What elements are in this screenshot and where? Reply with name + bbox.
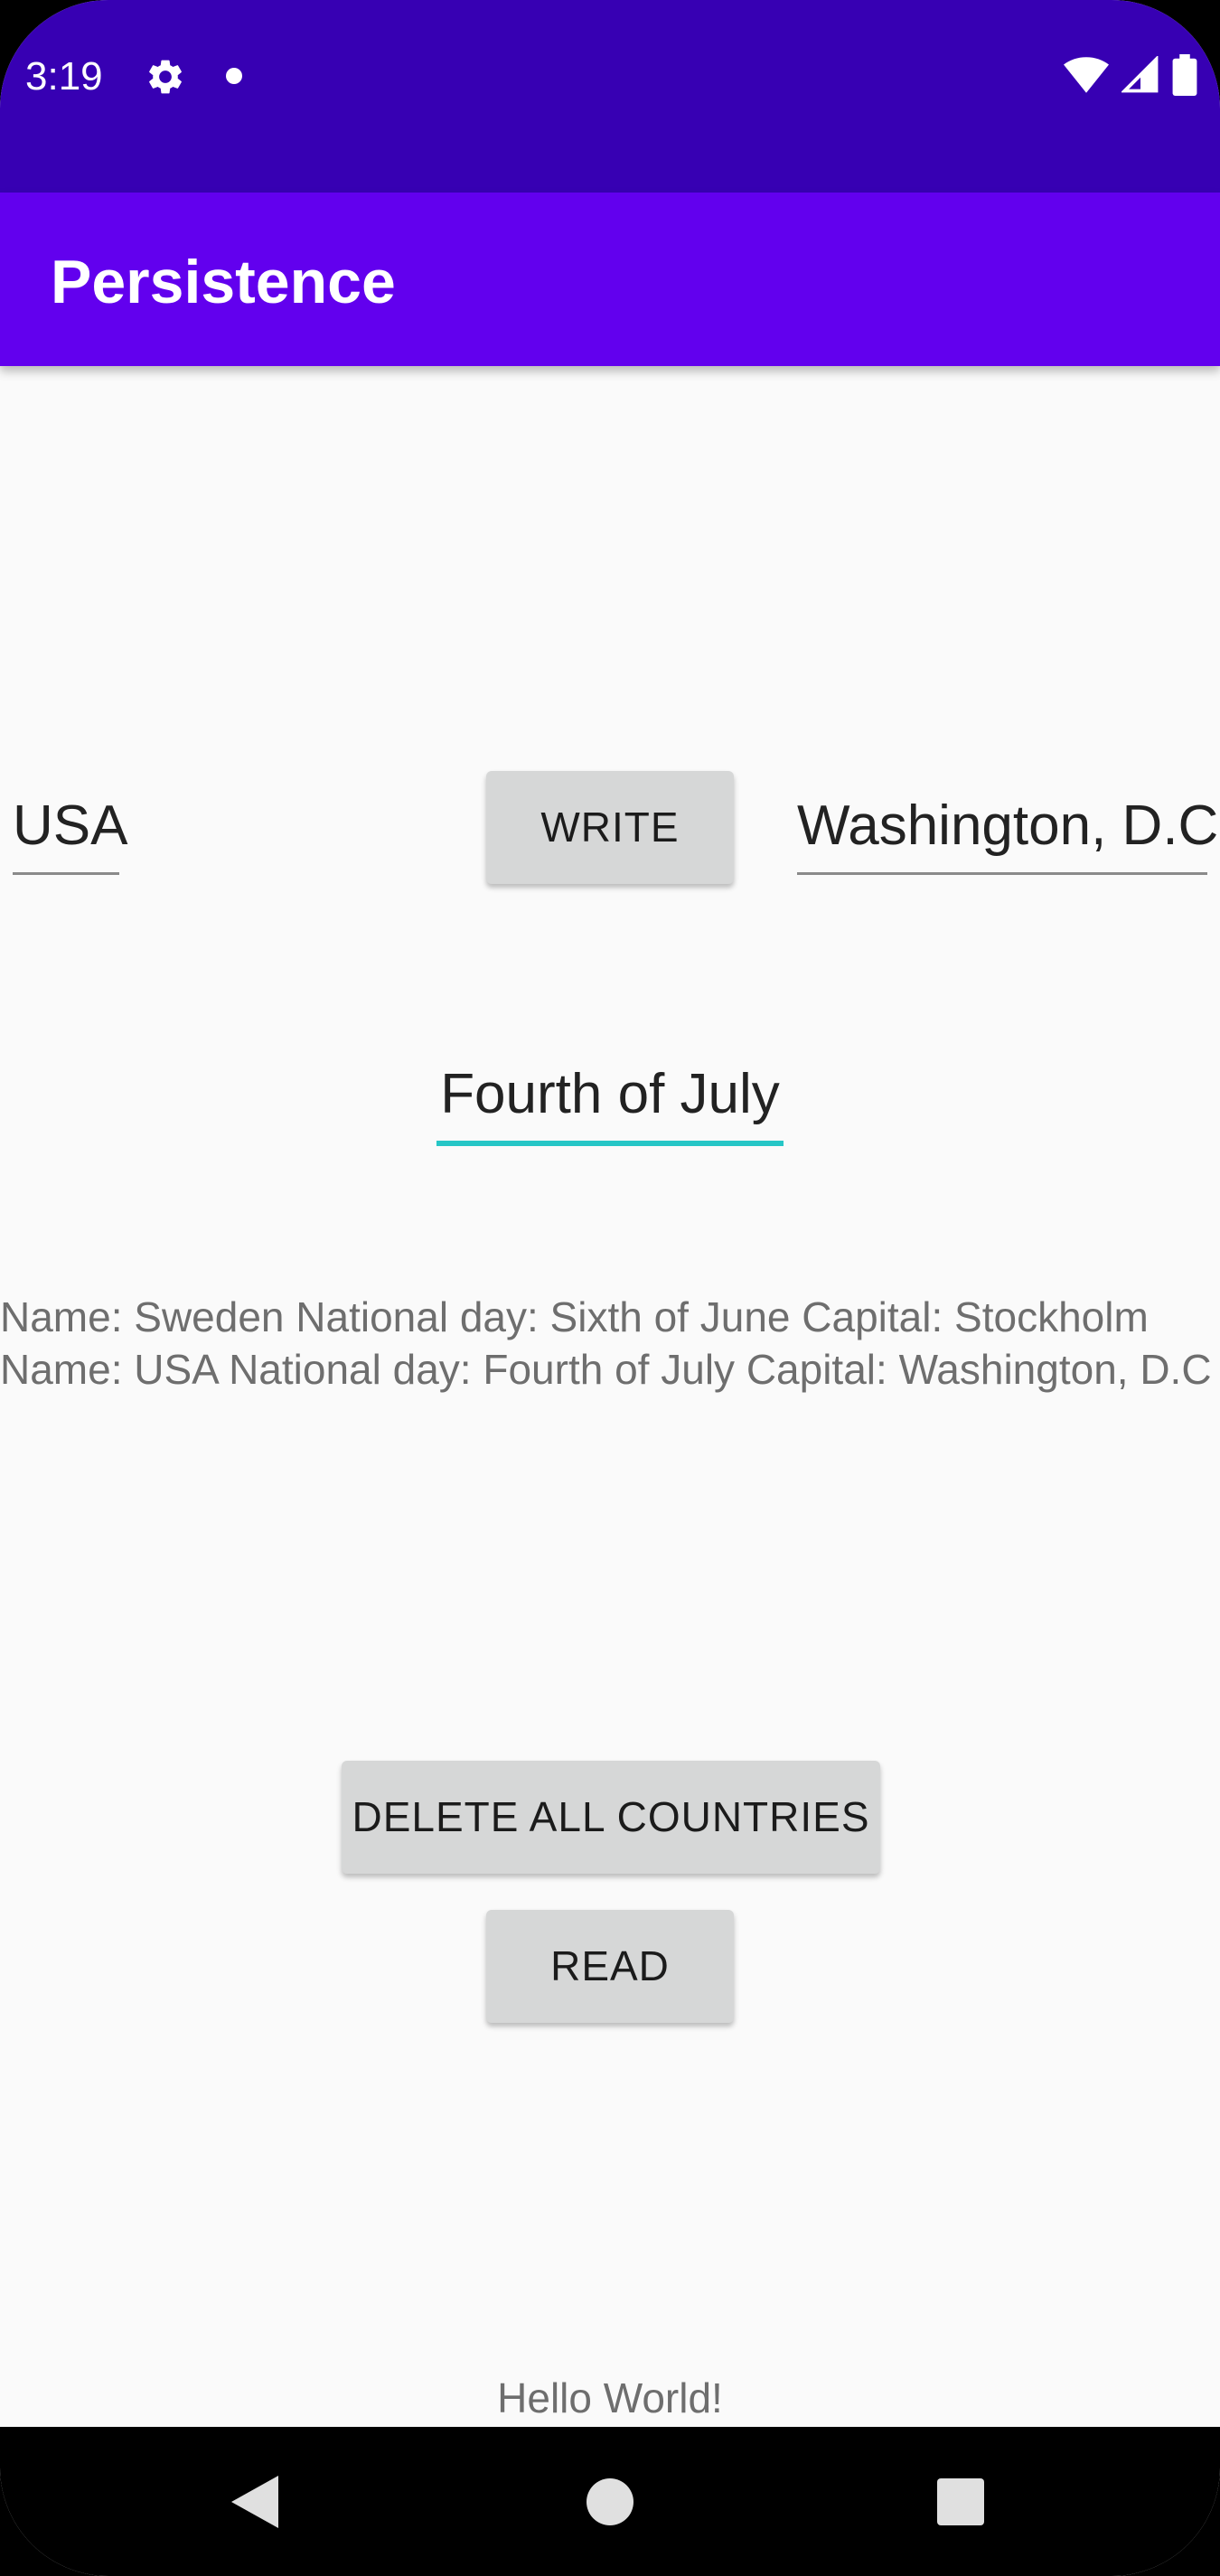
- hello-world-text: Hello World!: [497, 2374, 723, 2421]
- back-button[interactable]: [164, 2427, 345, 2576]
- navigation-bar: [0, 2427, 1220, 2576]
- signal-icon: [1121, 56, 1159, 93]
- gear-icon: [149, 60, 182, 94]
- result-line: Name: USA National day: Fourth of July C…: [0, 1346, 1212, 1393]
- notification-dot-icon: [226, 68, 242, 84]
- results-text: Name: Sweden National day: Sixth of June…: [0, 1291, 1220, 1396]
- national-day-field[interactable]: Fourth of July: [436, 1061, 784, 1146]
- result-line: Name: Sweden National day: Sixth of June…: [0, 1293, 1149, 1340]
- status-time: 3:19: [25, 54, 103, 99]
- battery-icon: [1172, 54, 1197, 96]
- back-icon: [231, 2475, 278, 2528]
- read-button[interactable]: READ: [486, 1910, 734, 2023]
- wifi-icon: [1064, 57, 1109, 93]
- app-bar: Persistence: [0, 193, 1220, 366]
- status-icons: [1064, 52, 1197, 98]
- country-name-field[interactable]: USA: [13, 793, 127, 875]
- app-title: Persistence: [51, 248, 396, 316]
- phone-screen: 3:19 Persistence USA WRITE Washington, D…: [0, 0, 1220, 2576]
- recents-icon: [937, 2477, 984, 2525]
- write-button[interactable]: WRITE: [486, 771, 734, 884]
- status-bar: 3:19: [0, 0, 1220, 193]
- home-button[interactable]: [520, 2427, 700, 2576]
- recents-button[interactable]: [870, 2427, 1051, 2576]
- delete-all-countries-button[interactable]: DELETE ALL COUNTRIES: [342, 1761, 880, 1874]
- capital-field[interactable]: Washington, D.C: [797, 793, 1218, 875]
- home-icon: [587, 2477, 633, 2525]
